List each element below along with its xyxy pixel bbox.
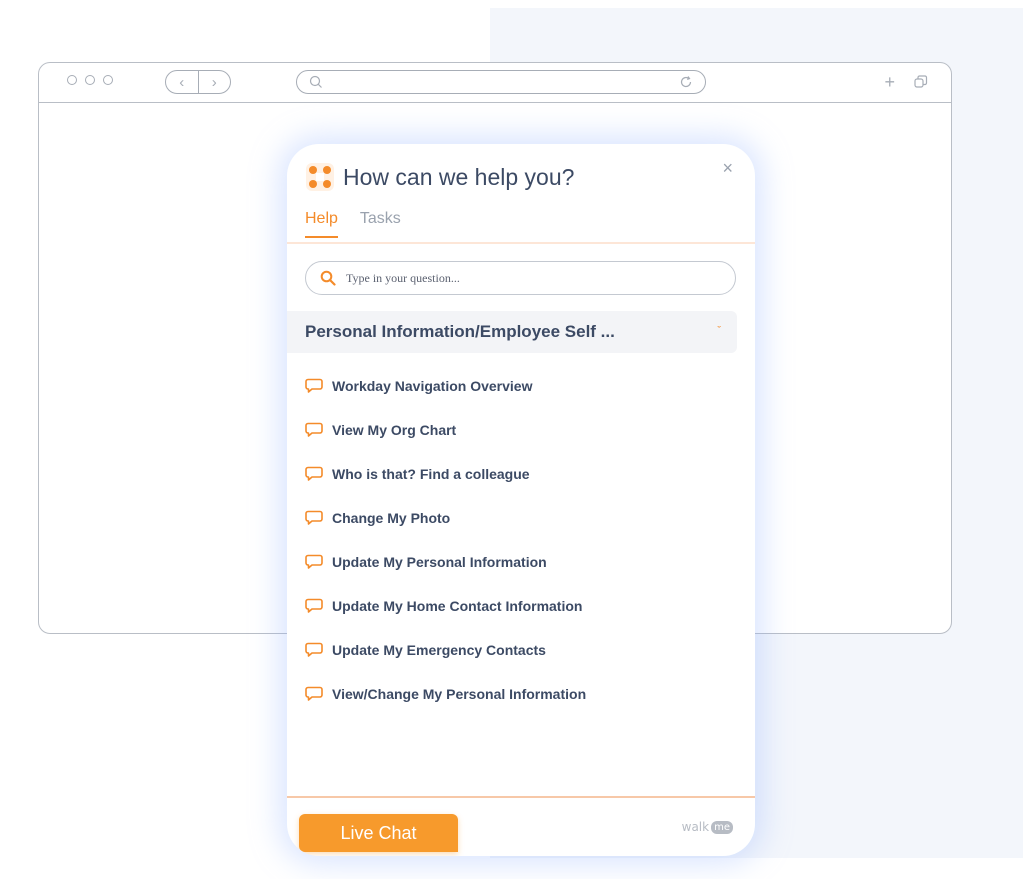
close-icon[interactable]: × bbox=[722, 158, 733, 179]
widget-header: How can we help you? × Help Tasks bbox=[287, 144, 755, 244]
list-item-label: Change My Photo bbox=[332, 510, 451, 526]
url-bar[interactable] bbox=[296, 70, 706, 94]
list-item[interactable]: Workday Navigation Overview bbox=[305, 364, 725, 408]
new-tab-icon[interactable]: + bbox=[884, 72, 895, 92]
nav-back-icon[interactable]: ‹ bbox=[166, 71, 199, 93]
speech-bubble-icon bbox=[305, 466, 323, 481]
widget-footer: Live Chat walk me bbox=[287, 796, 755, 856]
browser-actions: + bbox=[884, 72, 929, 92]
live-chat-button[interactable]: Live Chat bbox=[299, 814, 458, 852]
stage: ‹ › + How can we help you? × Help Tasks … bbox=[0, 0, 1023, 879]
nav-forward-icon[interactable]: › bbox=[199, 71, 231, 93]
chevron-down-icon: ˇ bbox=[717, 325, 721, 337]
speech-bubble-icon bbox=[305, 554, 323, 569]
category-dropdown[interactable]: Personal Information/Employee Self ... ˇ bbox=[287, 311, 737, 353]
list-item[interactable]: View/Change My Personal Information bbox=[305, 672, 725, 716]
tab-tasks[interactable]: Tasks bbox=[360, 210, 401, 238]
list-item-label: Update My Emergency Contacts bbox=[332, 642, 546, 658]
walkme-logo-icon bbox=[306, 163, 334, 191]
search-field bbox=[305, 261, 736, 295]
reload-icon[interactable] bbox=[679, 75, 693, 89]
list-item[interactable]: Update My Personal Information bbox=[305, 540, 725, 584]
list-item[interactable]: Update My Home Contact Information bbox=[305, 584, 725, 628]
search-icon bbox=[309, 75, 322, 88]
nav-buttons: ‹ › bbox=[165, 70, 231, 94]
list-item-label: Update My Personal Information bbox=[332, 554, 547, 570]
list-item[interactable]: Who is that? Find a colleague bbox=[305, 452, 725, 496]
category-title: Personal Information/Employee Self ... bbox=[305, 322, 615, 341]
widget-title: How can we help you? bbox=[343, 164, 575, 190]
speech-bubble-icon bbox=[305, 422, 323, 437]
window-dot[interactable] bbox=[85, 75, 95, 85]
list-item[interactable]: Change My Photo bbox=[305, 496, 725, 540]
search-icon bbox=[320, 270, 336, 286]
window-controls bbox=[67, 75, 113, 85]
speech-bubble-icon bbox=[305, 378, 323, 393]
list-item-label: Who is that? Find a colleague bbox=[332, 466, 530, 482]
window-restore-icon[interactable] bbox=[913, 74, 929, 90]
tab-help[interactable]: Help bbox=[305, 210, 338, 238]
speech-bubble-icon bbox=[305, 598, 323, 613]
brand-walk-text: walk bbox=[681, 820, 710, 834]
search-input[interactable] bbox=[344, 269, 708, 287]
browser-toolbar: ‹ › + bbox=[39, 63, 951, 103]
list-item[interactable]: Update My Emergency Contacts bbox=[305, 628, 725, 672]
help-widget: How can we help you? × Help Tasks Person… bbox=[287, 144, 755, 856]
list-item-label: View/Change My Personal Information bbox=[332, 686, 587, 702]
window-dot[interactable] bbox=[67, 75, 77, 85]
speech-bubble-icon bbox=[305, 510, 323, 525]
widget-tabs: Help Tasks bbox=[305, 210, 401, 238]
window-dot[interactable] bbox=[103, 75, 113, 85]
speech-bubble-icon bbox=[305, 686, 323, 701]
list-item-label: Workday Navigation Overview bbox=[332, 378, 533, 394]
list-item-label: Update My Home Contact Information bbox=[332, 598, 583, 614]
list-item[interactable]: View My Org Chart bbox=[305, 408, 725, 452]
brand-me-text: me bbox=[711, 820, 733, 834]
help-item-list: Workday Navigation Overview View My Org … bbox=[305, 364, 725, 716]
list-item-label: View My Org Chart bbox=[332, 422, 457, 438]
walkme-brand-logo: walk me bbox=[682, 820, 733, 834]
speech-bubble-icon bbox=[305, 642, 323, 657]
